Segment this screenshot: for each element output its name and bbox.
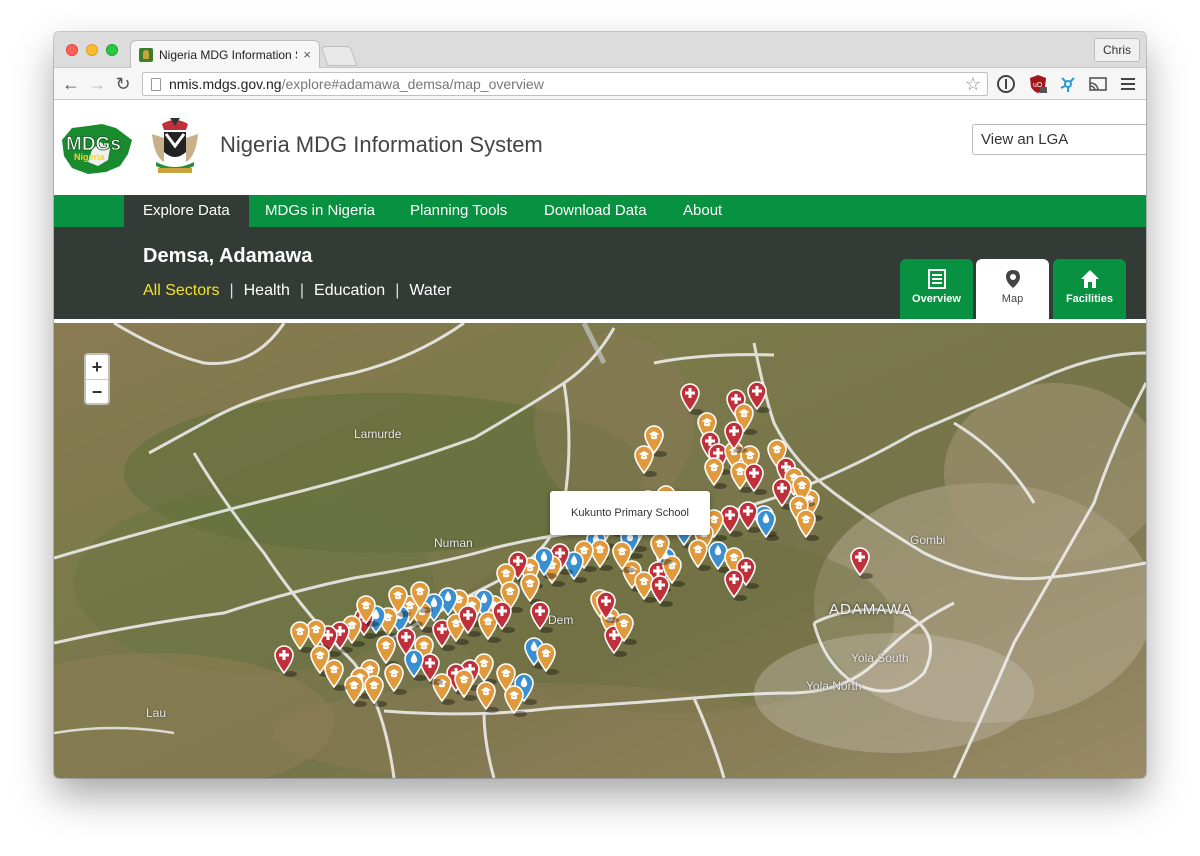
nav-about[interactable]: About [664,195,741,227]
sector-water[interactable]: Water [409,282,451,300]
map-pin-icon [1005,270,1020,288]
health-facility-marker[interactable] [850,547,873,579]
location-header: Demsa, Adamawa All Sectors | Health | Ed… [54,227,1146,319]
main-navigation: Explore Data MDGs in Nigeria Planning To… [54,195,1146,227]
tab-title: Nigeria MDG Information S [159,47,298,62]
education-facility-marker[interactable] [384,663,407,695]
browser-tab[interactable]: Nigeria MDG Information S × [130,40,320,68]
url-text: nmis.mdgs.gov.ng/explore#adamawa_demsa/m… [169,76,544,92]
nav-planning-tools[interactable]: Planning Tools [391,195,526,227]
nav-mdgs-in-nigeria[interactable]: MDGs in Nigeria [246,195,394,227]
education-facility-marker[interactable] [364,675,387,707]
health-facility-marker[interactable] [274,645,297,677]
close-window-button[interactable] [66,44,78,56]
education-facility-marker[interactable] [796,509,819,541]
back-arrow-icon[interactable]: ← [60,73,82,95]
sector-filter: All Sectors | Health | Education | Water [143,282,451,300]
tab-overview-label: Overview [912,293,961,305]
facility-popup[interactable]: Kukunto Primary School [550,491,710,535]
health-facility-marker[interactable] [530,601,553,633]
nav-download-data[interactable]: Download Data [525,195,666,227]
cast-icon[interactable] [1088,74,1108,94]
window-controls [66,44,118,56]
education-facility-marker[interactable] [376,635,399,667]
new-tab-button[interactable] [320,46,358,66]
tab-facilities[interactable]: Facilities [1053,259,1126,319]
tab-overview[interactable]: Overview [900,259,973,319]
education-facility-marker[interactable] [324,659,347,691]
ublock-icon[interactable]: uO [1028,74,1048,94]
health-facility-marker[interactable] [680,383,703,415]
coat-of-arms-logo [152,118,198,173]
list-icon [927,269,946,289]
logo-nigeria-text: Nigeria [74,152,106,162]
facility-map[interactable]: + − Lamurde Numan Gombi ADAMAWA Yola Sou… [54,323,1146,778]
tab-map[interactable]: Map [976,259,1049,319]
location-title: Demsa, Adamawa [143,245,313,267]
education-facility-marker[interactable] [476,681,499,713]
home-icon [1080,270,1099,288]
sector-separator: | [229,282,234,299]
lga-search-input[interactable]: View an LGA [972,124,1146,155]
education-facility-marker[interactable] [520,573,543,605]
network-extension-icon[interactable] [1058,74,1078,94]
tab-map-label: Map [1001,293,1024,305]
mdgs-nigeria-logo[interactable]: MDGs Nigeria [58,120,138,176]
page-icon [151,77,161,91]
nav-explore-data[interactable]: Explore Data [124,195,249,227]
url-path: /explore#adamawa_demsa/map_overview [281,76,544,92]
water-facility-marker[interactable] [756,509,779,541]
info-icon[interactable] [996,74,1016,94]
coat-of-arms-favicon-icon [139,47,153,62]
reload-icon[interactable]: ↻ [112,73,134,95]
minimize-window-button[interactable] [86,44,98,56]
sector-all[interactable]: All Sectors [143,282,219,300]
sector-separator: | [299,282,305,299]
site-header: MDGs Nigeria Nigeria MDG Information Sys… [54,100,1146,195]
tab-strip: Nigeria MDG Information S × Chris [54,32,1146,68]
bookmark-star-icon[interactable]: ☆ [965,74,981,95]
menu-icon[interactable] [1118,74,1138,94]
education-facility-marker[interactable] [536,643,559,675]
tab-facilities-label: Facilities [1065,293,1114,305]
browser-window: Nigeria MDG Information S × Chris ← → ↻ … [54,32,1146,778]
zoom-window-button[interactable] [106,44,118,56]
sector-health[interactable]: Health [244,282,290,300]
facility-markers-layer [274,381,873,717]
browser-toolbar: ← → ↻ nmis.mdgs.gov.ng/explore#adamawa_d… [54,68,1146,100]
profile-button[interactable]: Chris [1093,38,1140,62]
forward-arrow-icon[interactable]: → [86,73,108,95]
site-title: Nigeria MDG Information System [220,132,543,157]
address-bar[interactable]: nmis.mdgs.gov.ng/explore#adamawa_demsa/m… [142,72,988,96]
tab-close-icon[interactable]: × [303,47,311,62]
sector-separator: | [395,282,400,299]
url-host: nmis.mdgs.gov.ng [169,76,282,92]
sector-education[interactable]: Education [314,282,385,300]
